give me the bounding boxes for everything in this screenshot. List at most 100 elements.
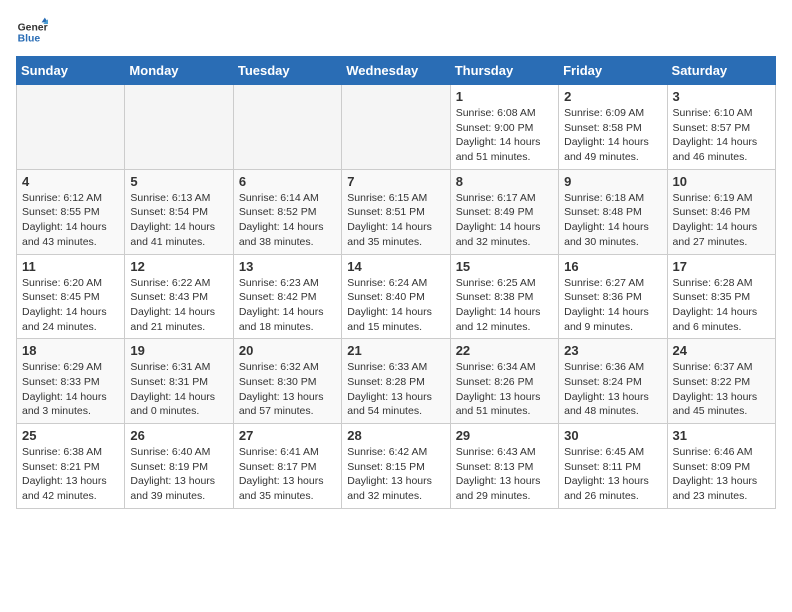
- day-number: 9: [564, 174, 661, 189]
- calendar-day-17: 17 Sunrise: 6:28 AM Sunset: 8:35 PM Dayli…: [667, 254, 775, 339]
- calendar-week-1: 1Sunrise: 6:08 AM Sunset: 9:00 PM Daylig…: [17, 85, 776, 170]
- day-info: Sunrise: 6:24 AM Sunset: 8:40 PM Dayligh…: [347, 276, 444, 335]
- calendar-day-13: 13Sunrise: 6:23 AM Sunset: 8:42 PM Dayli…: [233, 254, 341, 339]
- calendar-empty: [342, 85, 450, 170]
- day-info: Sunrise: 6:34 AM Sunset: 8:26 PM Dayligh…: [456, 360, 553, 419]
- calendar-day-26: 26 Sunrise: 6:40 AM Sunset: 8:19 PM Dayli…: [125, 424, 233, 509]
- day-info: Sunrise: 6:19 AM Sunset: 8:46 PM Dayligh…: [673, 191, 770, 250]
- day-number: 5: [130, 174, 227, 189]
- day-number: 30: [564, 428, 661, 443]
- calendar-day-16: 16 Sunrise: 6:27 AM Sunset: 8:36 PM Dayli…: [559, 254, 667, 339]
- day-number: 16: [564, 259, 661, 274]
- calendar-day-20: 20 Sunrise: 6:32 AM Sunset: 8:30 PM Dayli…: [233, 339, 341, 424]
- day-number: 24: [673, 343, 770, 358]
- day-number: 21: [347, 343, 444, 358]
- day-info: Sunrise: 6:27 AM Sunset: 8:36 PM Dayligh…: [564, 276, 661, 335]
- calendar-day-9: 9 Sunrise: 6:18 AM Sunset: 8:48 PM Daylig…: [559, 169, 667, 254]
- calendar-day-30: 30 Sunrise: 6:45 AM Sunset: 8:11 PM Dayli…: [559, 424, 667, 509]
- calendar-day-18: 18 Sunrise: 6:29 AM Sunset: 8:33 PM Dayli…: [17, 339, 125, 424]
- day-number: 8: [456, 174, 553, 189]
- weekday-header-saturday: Saturday: [667, 57, 775, 85]
- calendar-day-28: 28 Sunrise: 6:42 AM Sunset: 8:15 PM Dayli…: [342, 424, 450, 509]
- day-info: Sunrise: 6:40 AM Sunset: 8:19 PM Dayligh…: [130, 445, 227, 504]
- weekday-header-sunday: Sunday: [17, 57, 125, 85]
- day-number: 4: [22, 174, 119, 189]
- day-info: Sunrise: 6:09 AM Sunset: 8:58 PM Dayligh…: [564, 106, 661, 165]
- weekday-header-row: SundayMondayTuesdayWednesdayThursdayFrid…: [17, 57, 776, 85]
- day-info: Sunrise: 6:25 AM Sunset: 8:38 PM Dayligh…: [456, 276, 553, 335]
- logo: General Blue: [16, 16, 48, 48]
- calendar-day-4: 4 Sunrise: 6:12 AM Sunset: 8:55 PM Daylig…: [17, 169, 125, 254]
- day-number: 18: [22, 343, 119, 358]
- calendar-day-15: 15Sunrise: 6:25 AM Sunset: 8:38 PM Dayli…: [450, 254, 558, 339]
- day-info: Sunrise: 6:37 AM Sunset: 8:22 PM Dayligh…: [673, 360, 770, 419]
- day-info: Sunrise: 6:31 AM Sunset: 8:31 PM Dayligh…: [130, 360, 227, 419]
- day-info: Sunrise: 6:20 AM Sunset: 8:45 PM Dayligh…: [22, 276, 119, 335]
- calendar-empty: [125, 85, 233, 170]
- calendar-week-4: 18 Sunrise: 6:29 AM Sunset: 8:33 PM Dayli…: [17, 339, 776, 424]
- weekday-header-thursday: Thursday: [450, 57, 558, 85]
- day-info: Sunrise: 6:28 AM Sunset: 8:35 PM Dayligh…: [673, 276, 770, 335]
- day-info: Sunrise: 6:45 AM Sunset: 8:11 PM Dayligh…: [564, 445, 661, 504]
- calendar-day-3: 3Sunrise: 6:10 AM Sunset: 8:57 PM Daylig…: [667, 85, 775, 170]
- day-info: Sunrise: 6:18 AM Sunset: 8:48 PM Dayligh…: [564, 191, 661, 250]
- day-number: 11: [22, 259, 119, 274]
- day-number: 25: [22, 428, 119, 443]
- day-number: 22: [456, 343, 553, 358]
- logo-icon: General Blue: [16, 16, 48, 48]
- day-info: Sunrise: 6:08 AM Sunset: 9:00 PM Dayligh…: [456, 106, 553, 165]
- day-info: Sunrise: 6:12 AM Sunset: 8:55 PM Dayligh…: [22, 191, 119, 250]
- day-number: 29: [456, 428, 553, 443]
- day-number: 17: [673, 259, 770, 274]
- day-number: 27: [239, 428, 336, 443]
- day-number: 12: [130, 259, 227, 274]
- day-number: 10: [673, 174, 770, 189]
- calendar-day-7: 7Sunrise: 6:15 AM Sunset: 8:51 PM Daylig…: [342, 169, 450, 254]
- day-info: Sunrise: 6:33 AM Sunset: 8:28 PM Dayligh…: [347, 360, 444, 419]
- day-info: Sunrise: 6:13 AM Sunset: 8:54 PM Dayligh…: [130, 191, 227, 250]
- day-number: 28: [347, 428, 444, 443]
- day-info: Sunrise: 6:36 AM Sunset: 8:24 PM Dayligh…: [564, 360, 661, 419]
- calendar-day-5: 5 Sunrise: 6:13 AM Sunset: 8:54 PM Daylig…: [125, 169, 233, 254]
- calendar-day-27: 27 Sunrise: 6:41 AM Sunset: 8:17 PM Dayli…: [233, 424, 341, 509]
- calendar-empty: [17, 85, 125, 170]
- day-number: 19: [130, 343, 227, 358]
- day-info: Sunrise: 6:41 AM Sunset: 8:17 PM Dayligh…: [239, 445, 336, 504]
- day-number: 7: [347, 174, 444, 189]
- day-info: Sunrise: 6:29 AM Sunset: 8:33 PM Dayligh…: [22, 360, 119, 419]
- weekday-header-tuesday: Tuesday: [233, 57, 341, 85]
- calendar-table: SundayMondayTuesdayWednesdayThursdayFrid…: [16, 56, 776, 509]
- day-number: 13: [239, 259, 336, 274]
- calendar-day-8: 8 Sunrise: 6:17 AM Sunset: 8:49 PM Daylig…: [450, 169, 558, 254]
- calendar-day-10: 10 Sunrise: 6:19 AM Sunset: 8:46 PM Dayli…: [667, 169, 775, 254]
- calendar-week-5: 25 Sunrise: 6:38 AM Sunset: 8:21 PM Dayli…: [17, 424, 776, 509]
- weekday-header-friday: Friday: [559, 57, 667, 85]
- day-info: Sunrise: 6:38 AM Sunset: 8:21 PM Dayligh…: [22, 445, 119, 504]
- day-info: Sunrise: 6:10 AM Sunset: 8:57 PM Dayligh…: [673, 106, 770, 165]
- page-header: General Blue: [16, 16, 776, 48]
- svg-text:Blue: Blue: [18, 34, 41, 45]
- day-number: 26: [130, 428, 227, 443]
- calendar-day-31: 31Sunrise: 6:46 AM Sunset: 8:09 PM Dayli…: [667, 424, 775, 509]
- calendar-day-6: 6Sunrise: 6:14 AM Sunset: 8:52 PM Daylig…: [233, 169, 341, 254]
- day-info: Sunrise: 6:42 AM Sunset: 8:15 PM Dayligh…: [347, 445, 444, 504]
- day-number: 14: [347, 259, 444, 274]
- day-number: 6: [239, 174, 336, 189]
- day-number: 23: [564, 343, 661, 358]
- weekday-header-wednesday: Wednesday: [342, 57, 450, 85]
- calendar-week-3: 11 Sunrise: 6:20 AM Sunset: 8:45 PM Dayli…: [17, 254, 776, 339]
- day-info: Sunrise: 6:17 AM Sunset: 8:49 PM Dayligh…: [456, 191, 553, 250]
- calendar-day-24: 24 Sunrise: 6:37 AM Sunset: 8:22 PM Dayli…: [667, 339, 775, 424]
- calendar-day-11: 11 Sunrise: 6:20 AM Sunset: 8:45 PM Dayli…: [17, 254, 125, 339]
- calendar-day-12: 12Sunrise: 6:22 AM Sunset: 8:43 PM Dayli…: [125, 254, 233, 339]
- calendar-day-22: 22 Sunrise: 6:34 AM Sunset: 8:26 PM Dayli…: [450, 339, 558, 424]
- calendar-empty: [233, 85, 341, 170]
- weekday-header-monday: Monday: [125, 57, 233, 85]
- calendar-week-2: 4 Sunrise: 6:12 AM Sunset: 8:55 PM Daylig…: [17, 169, 776, 254]
- calendar-day-19: 19 Sunrise: 6:31 AM Sunset: 8:31 PM Dayli…: [125, 339, 233, 424]
- calendar-day-2: 2Sunrise: 6:09 AM Sunset: 8:58 PM Daylig…: [559, 85, 667, 170]
- day-info: Sunrise: 6:32 AM Sunset: 8:30 PM Dayligh…: [239, 360, 336, 419]
- day-number: 31: [673, 428, 770, 443]
- calendar-day-23: 23 Sunrise: 6:36 AM Sunset: 8:24 PM Dayli…: [559, 339, 667, 424]
- day-number: 20: [239, 343, 336, 358]
